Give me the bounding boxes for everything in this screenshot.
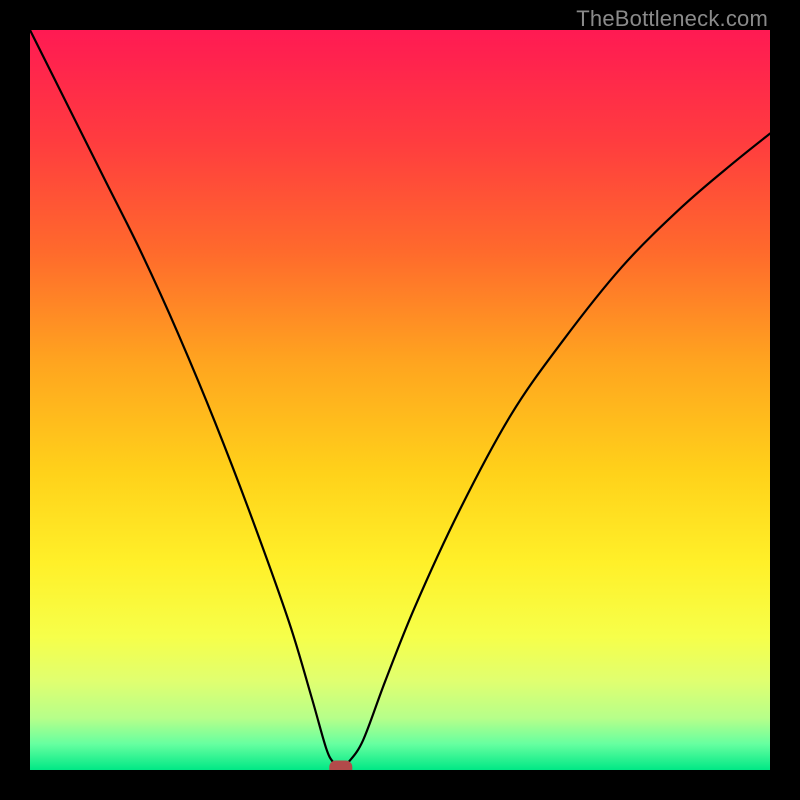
- optimal-point-marker: [330, 761, 352, 770]
- bottleneck-chart: [30, 30, 770, 770]
- chart-frame: [30, 30, 770, 770]
- chart-background: [30, 30, 770, 770]
- watermark-text: TheBottleneck.com: [576, 6, 768, 32]
